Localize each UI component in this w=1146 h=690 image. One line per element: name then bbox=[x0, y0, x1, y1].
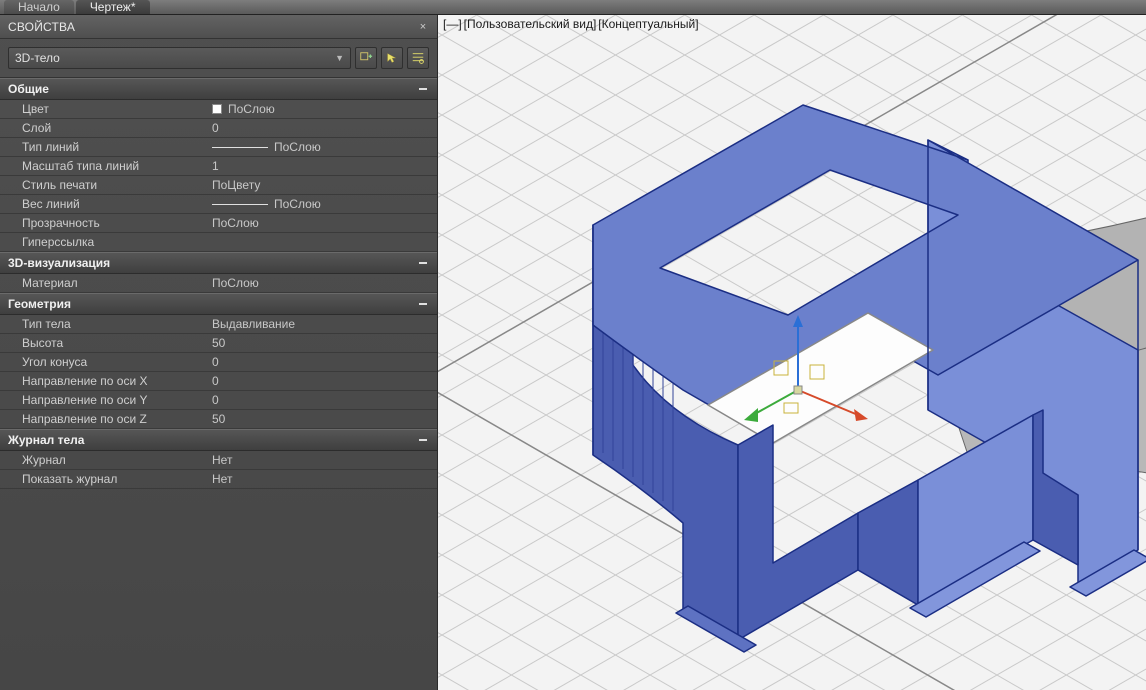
prop-linetype-label: Тип линий bbox=[0, 140, 212, 154]
section-geometry-title: Геометрия bbox=[8, 297, 71, 311]
section-geometry[interactable]: Геометрия bbox=[0, 293, 437, 315]
panel-close-icon[interactable]: × bbox=[417, 21, 429, 33]
prop-body-type-value: Выдавливание bbox=[212, 317, 437, 331]
prop-layer-value: 0 bbox=[212, 121, 437, 135]
section-3d-viz-title: 3D-визуализация bbox=[8, 256, 110, 270]
select-objects-icon[interactable] bbox=[381, 47, 403, 69]
prop-linetype[interactable]: Тип линий ПоСлою bbox=[0, 138, 437, 157]
panel-title-bar: СВОЙСТВА × bbox=[0, 15, 437, 39]
prop-plotstyle-label: Стиль печати bbox=[0, 178, 212, 192]
prop-color[interactable]: Цвет ПоСлою bbox=[0, 100, 437, 119]
prop-dir-y-label: Направление по оси Y bbox=[0, 393, 212, 407]
prop-dir-y-value: 0 bbox=[212, 393, 437, 407]
object-type-value: 3D-тело bbox=[15, 51, 60, 65]
viewport-controls: [—] [Пользовательский вид] [Концептуальн… bbox=[442, 17, 700, 31]
viewport[interactable]: [—] [Пользовательский вид] [Концептуальн… bbox=[438, 15, 1146, 690]
prop-dir-x-value: 0 bbox=[212, 374, 437, 388]
prop-color-value: ПоСлою bbox=[228, 102, 275, 116]
quick-select-icon[interactable] bbox=[407, 47, 429, 69]
prop-dir-x[interactable]: Направление по оси X 0 bbox=[0, 372, 437, 391]
object-type-select[interactable]: 3D-тело ▼ bbox=[8, 47, 351, 69]
prop-taper[interactable]: Угол конуса 0 bbox=[0, 353, 437, 372]
collapse-icon bbox=[417, 257, 429, 269]
prop-journal[interactable]: Журнал Нет bbox=[0, 451, 437, 470]
tab-drawing[interactable]: Чертеж* bbox=[76, 0, 150, 14]
toggle-pickadd-icon[interactable] bbox=[355, 47, 377, 69]
prop-dir-y[interactable]: Направление по оси Y 0 bbox=[0, 391, 437, 410]
collapse-icon bbox=[417, 298, 429, 310]
prop-show-journal[interactable]: Показать журнал Нет bbox=[0, 470, 437, 489]
prop-show-journal-value: Нет bbox=[212, 472, 437, 486]
prop-dir-z-label: Направление по оси Z bbox=[0, 412, 212, 426]
prop-show-journal-label: Показать журнал bbox=[0, 472, 212, 486]
prop-height-value: 50 bbox=[212, 336, 437, 350]
prop-material[interactable]: Материал ПоСлою bbox=[0, 274, 437, 293]
prop-height-label: Высота bbox=[0, 336, 212, 350]
properties-panel: СВОЙСТВА × 3D-тело ▼ Общие bbox=[0, 15, 438, 690]
viewport-toggle[interactable]: [—] bbox=[442, 17, 463, 31]
prop-hyperlink[interactable]: Гиперссылка bbox=[0, 233, 437, 252]
prop-transparency-label: Прозрачность bbox=[0, 216, 212, 230]
object-selector-row: 3D-тело ▼ bbox=[0, 39, 437, 78]
prop-journal-label: Журнал bbox=[0, 453, 212, 467]
prop-plotstyle-value: ПоЦвету bbox=[212, 178, 437, 192]
prop-layer-label: Слой bbox=[0, 121, 212, 135]
prop-material-label: Материал bbox=[0, 276, 212, 290]
prop-body-type[interactable]: Тип тела Выдавливание bbox=[0, 315, 437, 334]
prop-body-type-label: Тип тела bbox=[0, 317, 212, 331]
prop-layer[interactable]: Слой 0 bbox=[0, 119, 437, 138]
color-swatch-icon bbox=[212, 104, 222, 114]
prop-dir-x-label: Направление по оси X bbox=[0, 374, 212, 388]
prop-color-label: Цвет bbox=[0, 102, 212, 116]
prop-lineweight-label: Вес линий bbox=[0, 197, 212, 211]
prop-lineweight[interactable]: Вес линий ПоСлою bbox=[0, 195, 437, 214]
prop-transparency-value: ПоСлою bbox=[212, 216, 437, 230]
line-sample-icon bbox=[212, 147, 268, 148]
panel-title: СВОЙСТВА bbox=[8, 20, 75, 34]
prop-hyperlink-label: Гиперссылка bbox=[0, 235, 212, 249]
prop-material-value: ПоСлою bbox=[212, 276, 437, 290]
prop-taper-label: Угол конуса bbox=[0, 355, 212, 369]
prop-dir-z-value: 50 bbox=[212, 412, 437, 426]
app-root: Начало Чертеж* СВОЙСТВА × 3D-тело ▼ bbox=[0, 0, 1146, 690]
prop-ltscale-value: 1 bbox=[212, 159, 437, 173]
prop-ltscale-label: Масштаб типа линий bbox=[0, 159, 212, 173]
viewport-style-label[interactable]: [Концептуальный] bbox=[597, 17, 699, 31]
section-general[interactable]: Общие bbox=[0, 78, 437, 100]
document-tab-bar: Начало Чертеж* bbox=[0, 0, 1146, 15]
prop-linetype-value: ПоСлою bbox=[274, 140, 321, 154]
line-sample-icon bbox=[212, 204, 268, 205]
viewport-canvas[interactable] bbox=[438, 15, 1146, 690]
chevron-down-icon: ▼ bbox=[335, 53, 344, 63]
prop-plotstyle[interactable]: Стиль печати ПоЦвету bbox=[0, 176, 437, 195]
prop-transparency[interactable]: Прозрачность ПоСлою bbox=[0, 214, 437, 233]
collapse-icon bbox=[417, 83, 429, 95]
tab-start[interactable]: Начало bbox=[4, 0, 74, 14]
prop-dir-z[interactable]: Направление по оси Z 50 bbox=[0, 410, 437, 429]
section-3d-viz[interactable]: 3D-визуализация bbox=[0, 252, 437, 274]
main-area: СВОЙСТВА × 3D-тело ▼ Общие bbox=[0, 15, 1146, 690]
collapse-icon bbox=[417, 434, 429, 446]
prop-ltscale[interactable]: Масштаб типа линий 1 bbox=[0, 157, 437, 176]
prop-lineweight-value: ПоСлою bbox=[274, 197, 321, 211]
section-journal[interactable]: Журнал тела bbox=[0, 429, 437, 451]
section-journal-title: Журнал тела bbox=[8, 433, 84, 447]
prop-taper-value: 0 bbox=[212, 355, 437, 369]
prop-height[interactable]: Высота 50 bbox=[0, 334, 437, 353]
viewport-view-label[interactable]: [Пользовательский вид] bbox=[463, 17, 598, 31]
section-general-title: Общие bbox=[8, 82, 49, 96]
prop-journal-value: Нет bbox=[212, 453, 437, 467]
